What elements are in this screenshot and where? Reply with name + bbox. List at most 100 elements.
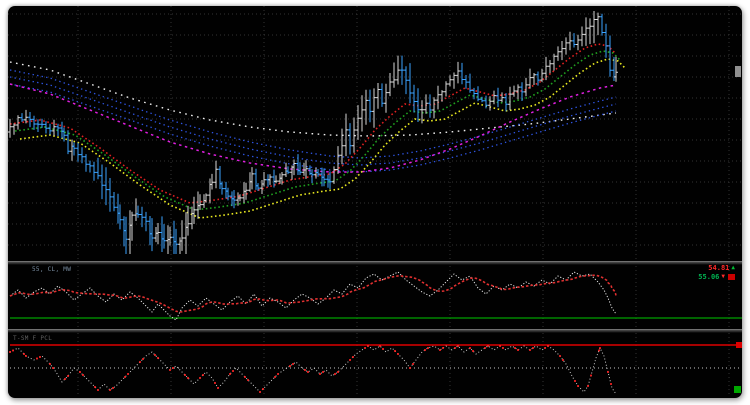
price-bar <box>238 194 242 201</box>
chart-canvas[interactable] <box>8 6 742 398</box>
indicator2-signal-dot <box>424 349 426 351</box>
price-bar <box>556 46 560 61</box>
price-bar <box>172 221 176 254</box>
readout-value-2: 55.06 <box>698 273 719 281</box>
indicator2-signal-dot <box>544 347 546 349</box>
price-bar <box>12 123 16 134</box>
panel-separator[interactable] <box>8 329 742 333</box>
price-bar <box>408 63 412 103</box>
price-bar <box>118 204 122 229</box>
price-bar <box>48 124 52 135</box>
indicator2-signal-dot <box>127 373 129 375</box>
price-bar <box>224 182 228 199</box>
indicator2-signal-dot <box>142 358 144 360</box>
indicator2-signal-dot <box>229 373 231 375</box>
price-bar <box>456 62 460 84</box>
indicator2-signal-dot <box>367 345 369 347</box>
indicator2-signal-dot <box>9 351 11 353</box>
indicator2-signal-dot <box>349 359 351 361</box>
price-bar <box>174 229 178 254</box>
price-bar <box>388 73 392 96</box>
price-bar <box>432 97 436 118</box>
indicator2-signal-dot <box>97 389 99 391</box>
indicator2-signal-dot <box>409 367 411 369</box>
price-bar <box>122 216 126 246</box>
indicator2-signal-dot <box>472 350 474 352</box>
indicator2-signal-dot <box>529 349 531 351</box>
indicator2-signal-dot <box>379 345 381 347</box>
price-bar <box>218 166 222 189</box>
price-bar <box>528 69 532 89</box>
readout-line-1: 54.81 ▲ <box>708 264 735 272</box>
indicator2-signal-dot <box>277 373 279 375</box>
price-bar <box>186 206 190 236</box>
price-bar <box>596 13 600 35</box>
price-bar <box>84 154 88 172</box>
indicator2-signal-dot <box>274 376 276 378</box>
indicator2-signal-dot <box>517 349 519 351</box>
price-bar <box>584 17 588 46</box>
price-bar <box>476 86 480 101</box>
indicator2-signal-dot <box>244 376 246 378</box>
price-bar <box>36 119 40 132</box>
indicator2-signal-dot <box>262 388 264 390</box>
price-bar <box>368 90 372 123</box>
indicator2-signal-dot <box>319 373 321 375</box>
indicator2-signal-dot <box>427 347 429 349</box>
price-bar <box>336 146 340 174</box>
indicator2-signal-dot <box>67 375 69 377</box>
price-bar <box>88 161 92 173</box>
price-bar <box>244 183 248 200</box>
price-bar <box>576 35 580 51</box>
price-bar <box>52 120 56 136</box>
indicator2-signal-dot <box>247 379 249 381</box>
indicator2-signal-dot <box>577 385 579 387</box>
indicator2-signal-dot <box>382 348 384 350</box>
price-bar <box>512 86 516 97</box>
price-bar <box>160 216 164 252</box>
indicator2-signal-dot <box>599 347 601 349</box>
price-bar <box>262 172 266 186</box>
price-bar <box>310 169 314 183</box>
indicator2-signal-dot <box>352 356 354 358</box>
price-bar <box>604 24 608 58</box>
indicator2-signal-dot <box>187 377 189 379</box>
indicator2-signal-dot <box>82 374 84 376</box>
indicator2-signal-dot <box>202 374 204 376</box>
price-bar <box>568 32 572 51</box>
indicator2-signal-dot <box>457 345 459 347</box>
price-bar <box>580 27 584 47</box>
panel-separator[interactable] <box>8 261 742 265</box>
price-bar <box>492 91 496 105</box>
price-bar <box>214 161 218 189</box>
page-background: 55, CL, MW 54.81 ▲ 55.06 ▼ T-SM F PCL <box>0 0 750 405</box>
indicator2-signal-dot <box>574 380 576 382</box>
indicator2-signal-dot <box>172 367 174 369</box>
price-bar <box>150 218 154 251</box>
indicator2-signal-dot <box>49 363 51 365</box>
price-bar <box>416 88 420 122</box>
chart-window: 55, CL, MW 54.81 ▲ 55.06 ▼ T-SM F PCL <box>8 6 742 398</box>
price-bar <box>314 168 318 179</box>
price-bar <box>266 174 270 187</box>
indicator1-readouts: 54.81 ▲ 55.06 ▼ <box>698 264 735 281</box>
indicator2-signal-dot <box>502 347 504 349</box>
indicator2-signal-dot <box>52 367 54 369</box>
indicator2-signal-dot <box>469 347 471 349</box>
price-bar <box>32 116 36 130</box>
price-bar <box>112 192 116 211</box>
price-bar <box>136 206 140 218</box>
indicator2-signal-dot <box>112 387 114 389</box>
indicator2-signal-dot <box>547 345 549 347</box>
scrollbar-marker[interactable] <box>735 66 741 77</box>
price-bar <box>424 94 428 113</box>
price-bar <box>400 56 404 85</box>
indicator2-signal-dot <box>39 356 41 358</box>
price-bar <box>154 227 158 242</box>
indicator2-signal-dot <box>394 350 396 352</box>
indicator2-signal-dot <box>259 391 261 393</box>
indicator2-signal-dot <box>412 363 414 365</box>
price-bar <box>108 178 112 212</box>
price-bar <box>452 73 456 89</box>
indicator2-signal-dot <box>124 376 126 378</box>
